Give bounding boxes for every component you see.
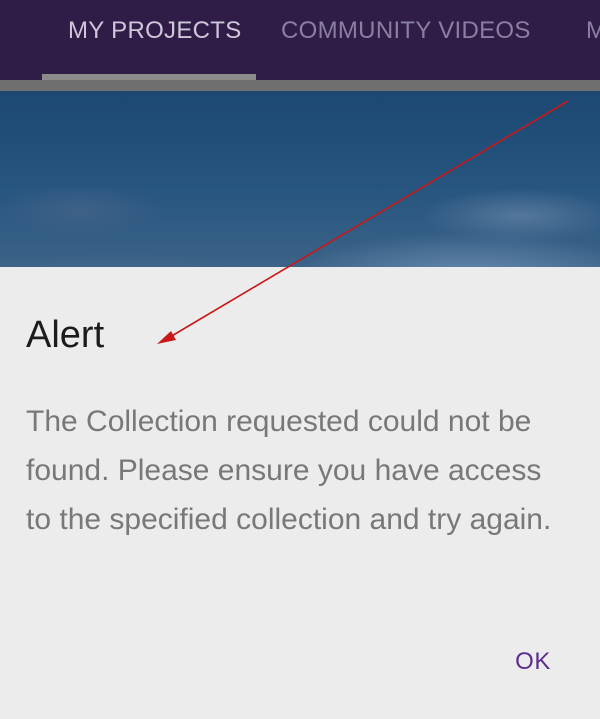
dialog-title: Alert (26, 314, 105, 356)
tab-more[interactable]: M (586, 14, 600, 48)
tab-community-videos[interactable]: COMMUNITY VIDEOS (281, 14, 531, 48)
ok-button[interactable]: OK (497, 645, 569, 679)
dialog-message: The Collection requested could not be fo… (26, 405, 552, 536)
tab-divider (0, 80, 600, 91)
alert-dialog: Alert The Collection requested could not… (0, 267, 600, 719)
tab-my-projects[interactable]: MY PROJECTS (68, 14, 242, 48)
sky-banner-image (0, 91, 600, 267)
tab-bar: MY PROJECTS COMMUNITY VIDEOS M (0, 0, 600, 80)
